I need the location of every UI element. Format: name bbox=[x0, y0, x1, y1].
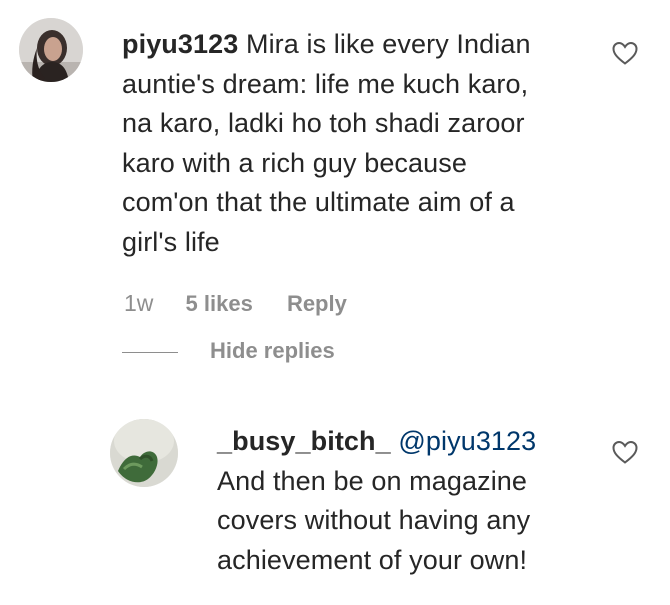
avatar-image-icon bbox=[110, 419, 178, 487]
comment-text-line: Mira is like every Indian bbox=[245, 29, 531, 59]
comment-text-line: karo with a rich guy because bbox=[122, 147, 467, 178]
like-heart-icon[interactable] bbox=[611, 439, 639, 465]
comment-likes[interactable]: 5 likes bbox=[186, 291, 253, 317]
reply-text-line: And then be on magazine bbox=[217, 465, 528, 496]
comment-time[interactable]: 1w bbox=[124, 290, 153, 317]
replies-divider bbox=[122, 352, 178, 353]
reply-username[interactable]: _busy_bitch_ bbox=[217, 426, 391, 456]
like-heart-icon[interactable] bbox=[611, 40, 639, 66]
avatar[interactable] bbox=[19, 18, 83, 82]
reply-text-line: covers without having any bbox=[217, 505, 531, 535]
reply-text-line: achievement of your own! bbox=[217, 544, 528, 575]
comment-text-line: auntie's dream: life me kuch karo, bbox=[122, 68, 529, 99]
comment-text-line: com'on that the ultimate aim of a bbox=[122, 187, 515, 217]
comment-body: piyu3123 Mira is like every Indian aunti… bbox=[122, 25, 592, 262]
reply-body: _busy_bitch_ @piyu3123 And then be on ma… bbox=[217, 422, 597, 580]
reply-button[interactable]: Reply bbox=[287, 291, 347, 317]
comment-text-line: na karo, ladki ho toh shadi zaroor bbox=[122, 108, 525, 138]
reply-comment: _busy_bitch_ @piyu3123 And then be on ma… bbox=[0, 400, 670, 605]
comment-username[interactable]: piyu3123 bbox=[122, 29, 238, 59]
hide-replies-label[interactable]: Hide replies bbox=[210, 338, 335, 364]
comment-meta: 1w 5 likes Reply bbox=[124, 290, 347, 317]
avatar-image-icon bbox=[19, 18, 83, 82]
reply-mention[interactable]: @piyu3123 bbox=[398, 426, 536, 456]
comment: piyu3123 Mira is like every Indian aunti… bbox=[0, 0, 670, 330]
comment-text-line: girl's life bbox=[122, 226, 220, 257]
avatar[interactable] bbox=[110, 419, 178, 487]
